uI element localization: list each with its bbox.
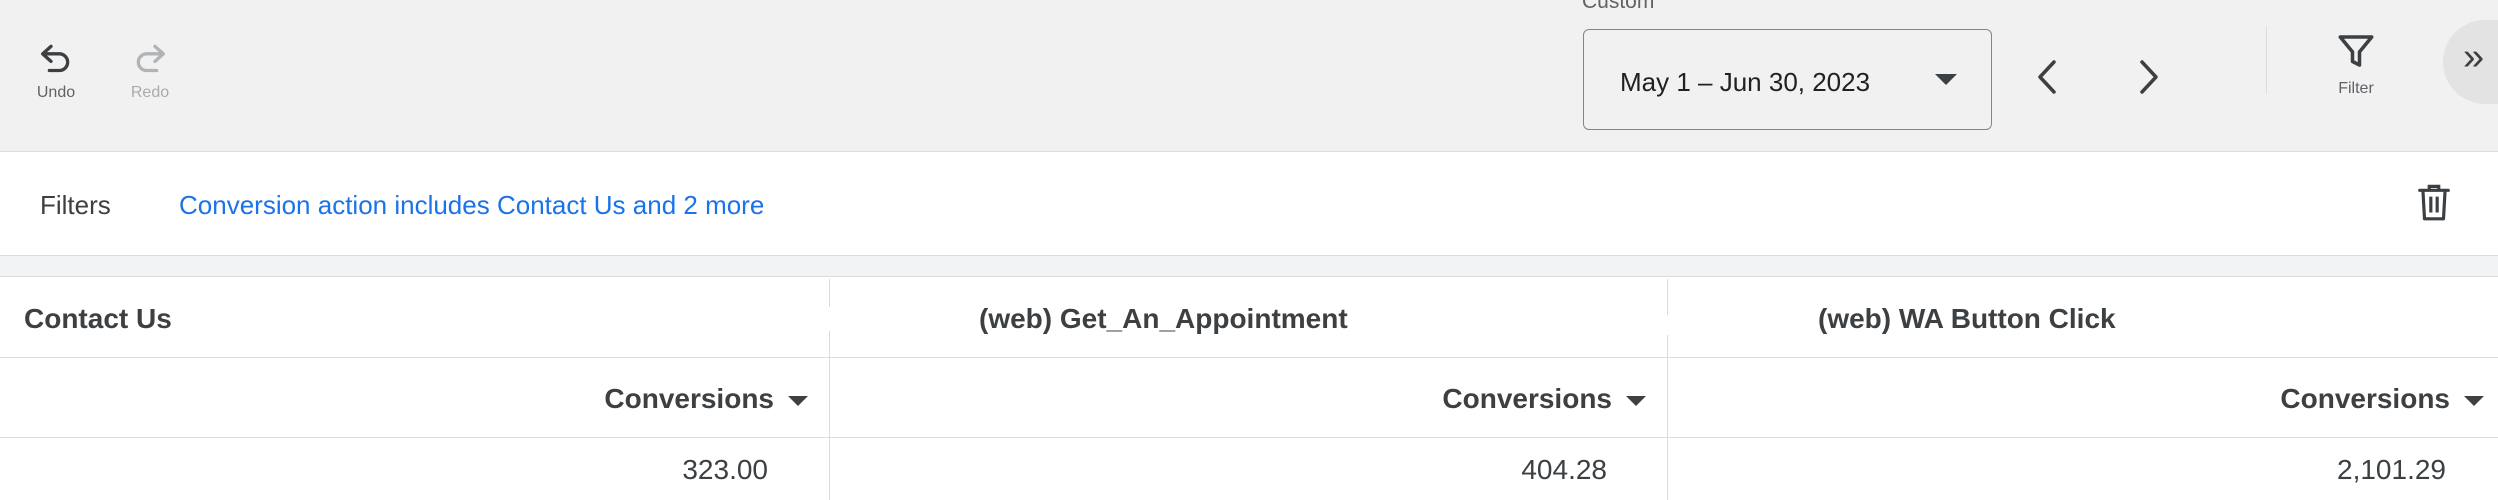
expand-panel-button[interactable]: » [2443, 20, 2498, 104]
column-header-conversions[interactable]: Conversions [2280, 383, 2484, 415]
column-group-header: (web) Get_An_Appointment [979, 303, 1348, 334]
column-group-header: (web) WA Button Click [1818, 303, 2116, 334]
chevron-down-icon [1935, 74, 1957, 85]
table-metric-header-row: Conversions Conversions Conversions [0, 357, 2498, 438]
redo-label: Redo [130, 84, 170, 101]
table-row: 323.00 404.28 2,101.29 [0, 438, 2498, 500]
toolbar-divider [2266, 26, 2267, 94]
undo-icon [41, 44, 70, 73]
column-divider [1667, 335, 1668, 500]
sort-down-icon [2464, 395, 2484, 406]
sort-down-icon [1626, 395, 1646, 406]
column-divider [829, 279, 830, 307]
date-range-caption: Custom [1582, 0, 1655, 13]
filter-button[interactable]: Filter [2326, 30, 2386, 98]
table-group-header-row: Contact Us (web) Get_An_Appointment (web… [0, 277, 2498, 358]
undo-label: Undo [36, 84, 76, 101]
conversions-table: Contact Us (web) Get_An_Appointment (web… [0, 277, 2498, 500]
sort-down-icon [788, 395, 808, 406]
report-toolbar: Undo Redo Custom May 1 – Jun 30, 2023 Fi… [0, 0, 2498, 152]
table-cell: 323.00 [682, 454, 768, 485]
filter-summary-link[interactable]: Conversion action includes Contact Us an… [179, 190, 764, 221]
table-cell: 2,101.29 [2337, 454, 2446, 485]
chevron-right-icon[interactable] [2136, 58, 2162, 96]
column-divider [829, 331, 830, 500]
redo-button[interactable]: Redo [120, 38, 180, 102]
filter-bar: Filters Conversion action includes Conta… [0, 152, 2498, 256]
filter-icon [2338, 35, 2374, 67]
filter-label: Filter [2338, 80, 2374, 97]
filters-label: Filters [40, 190, 111, 220]
section-separator [0, 256, 2498, 277]
double-chevron-right-icon: » [2463, 36, 2484, 78]
column-header-conversions[interactable]: Conversions [604, 383, 808, 415]
undo-button[interactable]: Undo [26, 38, 86, 102]
trash-icon[interactable] [2415, 182, 2453, 224]
column-header-conversions[interactable]: Conversions [1442, 383, 1646, 415]
chevron-left-icon[interactable] [2034, 58, 2060, 96]
table-cell: 404.28 [1521, 454, 1607, 485]
column-group-header: Contact Us [24, 303, 172, 334]
column-divider [1667, 279, 1668, 315]
date-range-value: May 1 – Jun 30, 2023 [1620, 67, 1871, 97]
date-range-picker[interactable]: May 1 – Jun 30, 2023 [1583, 29, 1992, 130]
redo-icon [136, 44, 165, 73]
